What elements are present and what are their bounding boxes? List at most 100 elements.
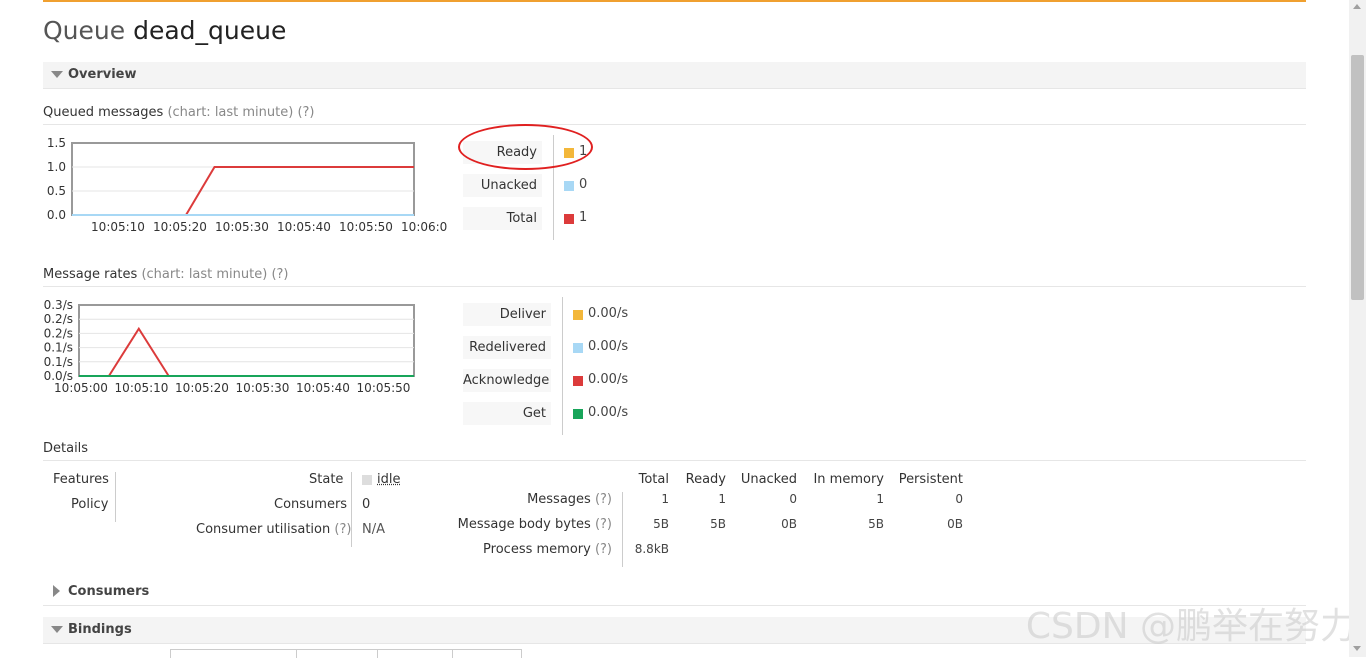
top-accent-line [43,0,1306,2]
y-tick-label: 0.1/s [44,355,73,369]
legend-swatch-acknowledge [573,376,583,386]
consumers-section-label: Consumers [68,584,150,599]
legend-value-unacked: 0 [579,177,588,192]
page-title-queue-name: dead_queue [133,16,287,45]
details-divider-2 [351,472,352,547]
y-tick-label: 0.0 [47,208,66,222]
legend-value-acknowledge: 0.00/s [588,372,629,387]
overview-section-label: Overview [68,67,137,82]
column-header-unacked: Unacked [740,472,797,487]
details-divider-3 [622,492,623,567]
scroll-up-arrow-icon[interactable] [1353,4,1361,9]
column-header-total: Total [638,472,669,487]
legend-value-redelivered: 0.00/s [588,339,629,354]
queued-messages-chart: 1.5 1.0 0.5 0.0 10:05:10 10:05:20 10:05:30 10:0… [47,136,448,234]
column-header-persistent: Persistent [898,472,963,487]
plot-area [71,142,415,216]
y-tick-label: 0.3/s [44,298,73,312]
row-help[interactable]: (?) [595,542,612,557]
x-tick-label: 10:05:20 [153,220,207,234]
consumer-utilisation-label: Consumer utilisation (?) [196,522,351,537]
legend-divider [562,297,563,435]
x-tick-label: 10:05:30 [236,381,290,395]
table-cell: 0 [789,492,797,506]
y-tick-label: 0.2/s [44,312,73,326]
legend-label-total: Total [463,207,543,230]
consumer-utilisation-help[interactable]: (?) [334,522,351,537]
ready-highlight-ellipse [458,124,593,170]
x-tick-label: 10:05:00 [54,381,108,395]
row-help[interactable]: (?) [595,492,612,507]
legend-label-deliver: Deliver [463,303,552,326]
message-rates-title: Message rates [43,267,138,282]
y-tick-label: 0.5 [47,184,66,198]
policy-label: Policy [71,497,109,512]
x-tick-label: 10:05:40 [296,381,350,395]
x-tick-label: 10:05:50 [339,220,393,234]
state-label: State [309,472,344,487]
row-label-messages: Messages (?) [527,492,612,507]
table-cell: 0 [955,492,963,506]
legend-value-total: 1 [579,210,588,225]
legend-label-acknowledge: Acknowledge [463,369,552,392]
table-cell: 1 [661,492,669,506]
legend-label-get: Get [463,402,552,425]
legend-swatch-get [573,409,583,419]
table-cell: 5B [653,517,669,531]
details-divider-1 [115,472,116,522]
legend-swatch-redelivered [573,343,583,353]
legend-swatch-unacked [564,181,574,191]
x-tick-label: 10:05:10 [91,220,145,234]
y-tick-label: 1.0 [47,160,66,174]
table-cell: 1 [718,492,726,506]
column-header-in-memory: In memory [813,472,884,487]
details-heading: Details [43,441,1306,461]
table-cell: 0B [781,517,797,531]
x-tick-label: 10:06:00 [401,220,448,234]
row-label-message-body-bytes: Message body bytes (?) [457,517,612,532]
state-indicator [362,475,372,485]
legend-swatch-total [564,214,574,224]
table-cell: 5B [710,517,726,531]
features-label: Features [53,472,109,487]
consumer-utilisation-text: Consumer utilisation [196,522,331,537]
row-label-process-memory: Process memory (?) [483,542,612,557]
overview-section-toggle[interactable]: Overview [43,62,1306,89]
watermark: CSDN @鹏举在努力 [1025,606,1356,647]
queued-messages-hint[interactable]: (chart: last minute) (?) [167,105,314,120]
x-tick-label: 10:05:20 [175,381,229,395]
bindings-section-label: Bindings [68,622,132,637]
x-tick-label: 10:05:40 [277,220,331,234]
table-cell: 8.8kB [634,542,669,556]
page-title: Queue dead_queue [43,16,286,45]
y-tick-label: 0.2/s [44,326,73,340]
scrollbar-thumb[interactable] [1351,55,1364,300]
table-cell: 5B [868,517,884,531]
queued-messages-heading: Queued messages (chart: last minute) (?) [43,105,1306,125]
page-title-kind: Queue [43,16,126,45]
y-tick-label: 1.5 [47,136,66,150]
queued-messages-title: Queued messages [43,105,164,120]
legend-label-unacked: Unacked [463,174,543,197]
x-tick-label: 10:05:50 [357,381,411,395]
message-rates-chart: 0.3/s0.2/s0.2/s0.1/s0.1/s0.0/s10:05:00 10… [44,298,415,395]
legend-value-deliver: 0.00/s [588,306,629,321]
table-cell: 0B [947,517,963,531]
table-cell: 1 [876,492,884,506]
scroll-down-arrow-icon[interactable] [1353,646,1361,651]
consumers-value: 0 [362,497,371,512]
legend-value-get: 0.00/s [588,405,629,420]
collapse-triangle-icon [51,71,63,78]
consumers-label: Consumers [274,497,348,512]
x-tick-label: 10:05:10 [115,381,169,395]
legend-swatch-deliver [573,310,583,320]
state-value[interactable]: idle [377,472,400,487]
row-help[interactable]: (?) [595,517,612,532]
collapse-triangle-icon [51,626,63,633]
message-rates-hint[interactable]: (chart: last minute) (?) [141,267,288,282]
y-tick-label: 0.1/s [44,341,73,355]
message-rates-heading: Message rates (chart: last minute) (?) [43,267,1306,287]
plot-area [78,304,415,377]
legend-label-redelivered: Redelivered [463,336,552,359]
details-title: Details [43,441,89,456]
